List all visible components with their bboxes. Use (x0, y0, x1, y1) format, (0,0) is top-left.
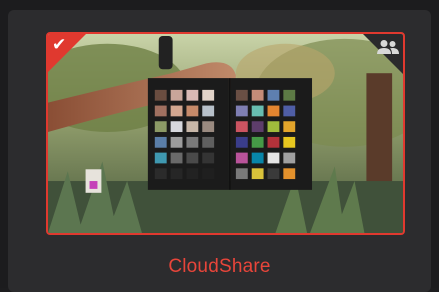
checkmark-icon: ✔ (52, 35, 67, 55)
project-title[interactable]: CloudShare (0, 256, 439, 278)
thumbnail-image (48, 34, 403, 233)
people-icon (377, 40, 399, 54)
project-thumbnail[interactable]: ✔ (46, 32, 405, 235)
